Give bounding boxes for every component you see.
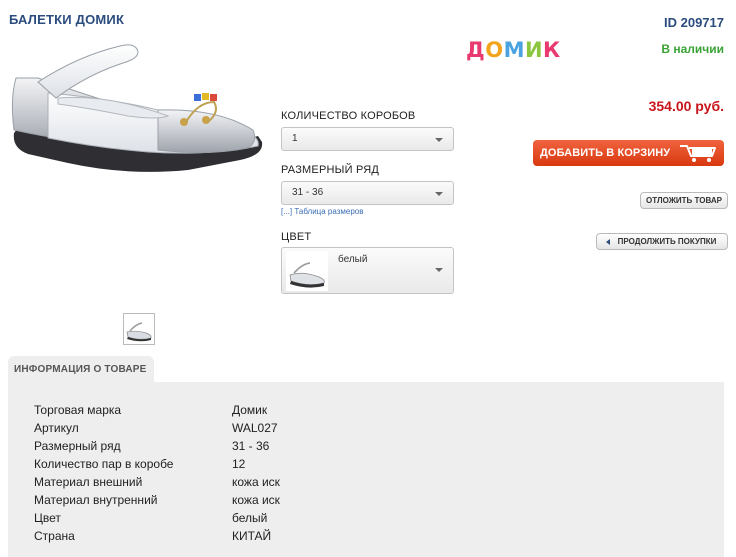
boxes-select[interactable]: 1 — [281, 127, 454, 151]
continue-shopping-label: ПРОДОЛЖИТЬ ПОКУПКИ — [617, 237, 717, 246]
shoe-thumbnail-image — [126, 322, 152, 342]
product-title: БАЛЕТКИ ДОМИК — [9, 12, 125, 27]
size-table-link[interactable]: [...] Таблица размеров — [281, 207, 364, 216]
info-value: кожа иск — [232, 493, 280, 507]
brand-logo-letter: Д — [466, 38, 486, 62]
info-value: WAL027 — [232, 421, 278, 435]
arrow-left-icon — [606, 239, 610, 245]
info-name: Торговая марка — [34, 403, 122, 417]
chevron-down-icon — [435, 138, 443, 142]
info-value: 31 - 36 — [232, 439, 270, 453]
brand-logo-letter: К — [543, 38, 561, 62]
chevron-down-icon — [435, 192, 443, 196]
tab-product-info-label: ИНФОРМАЦИЯ О ТОВАРЕ — [14, 364, 147, 375]
tab-product-info[interactable]: ИНФОРМАЦИЯ О ТОВАРЕ — [8, 356, 154, 383]
brand-logo-letter: О — [485, 38, 504, 62]
add-to-cart-label: ДОБАВИТЬ В КОРЗИНУ — [540, 147, 671, 159]
product-image[interactable] — [8, 38, 270, 188]
size-select[interactable]: 31 - 36 — [281, 181, 454, 205]
info-value: кожа иск — [232, 475, 280, 489]
info-value: КИТАЙ — [232, 529, 272, 543]
info-name: Материал внутренний — [34, 493, 158, 507]
defer-item-label: ОТЛОЖИТЬ ТОВАР — [646, 196, 722, 205]
add-to-cart-button[interactable]: ДОБАВИТЬ В КОРЗИНУ — [533, 140, 724, 166]
defer-item-button[interactable]: ОТЛОЖИТЬ ТОВАР — [640, 192, 728, 209]
size-label: РАЗМЕРНЫЙ РЯД — [281, 164, 380, 176]
brand-logo-letter: И — [524, 38, 544, 62]
info-name: Количество пар в коробе — [34, 457, 174, 471]
boxes-value: 1 — [292, 133, 298, 144]
color-label: ЦВЕТ — [281, 231, 312, 243]
info-name: Размерный ряд — [34, 439, 121, 453]
info-name: Страна — [34, 529, 75, 543]
info-name: Материал внешний — [34, 475, 143, 489]
product-info-panel: Торговая марка Домик Артикул WAL027 Разм… — [8, 382, 724, 557]
info-name: Цвет — [34, 511, 61, 525]
info-name: Артикул — [34, 421, 79, 435]
info-value: белый — [232, 511, 268, 525]
brand-logo-letter: М — [503, 38, 525, 62]
color-swatch-image — [286, 251, 328, 291]
color-select[interactable]: белый — [281, 247, 454, 294]
continue-shopping-button[interactable]: ПРОДОЛЖИТЬ ПОКУПКИ — [596, 233, 728, 250]
size-value: 31 - 36 — [292, 187, 324, 198]
cart-icon — [678, 143, 718, 166]
product-thumbnail[interactable] — [123, 313, 155, 345]
stock-status: В наличии — [661, 42, 724, 56]
boxes-label: КОЛИЧЕСТВО КОРОБОВ — [281, 110, 416, 122]
info-value: Домик — [232, 403, 268, 417]
info-value: 12 — [232, 457, 246, 471]
price: 354.00 руб. — [648, 98, 724, 114]
brand-logo[interactable]: ДОМИК — [466, 38, 561, 62]
shoe-image — [11, 44, 263, 172]
color-value: белый — [338, 254, 368, 265]
product-id: ID 209717 — [664, 15, 724, 30]
chevron-down-icon — [435, 268, 443, 272]
